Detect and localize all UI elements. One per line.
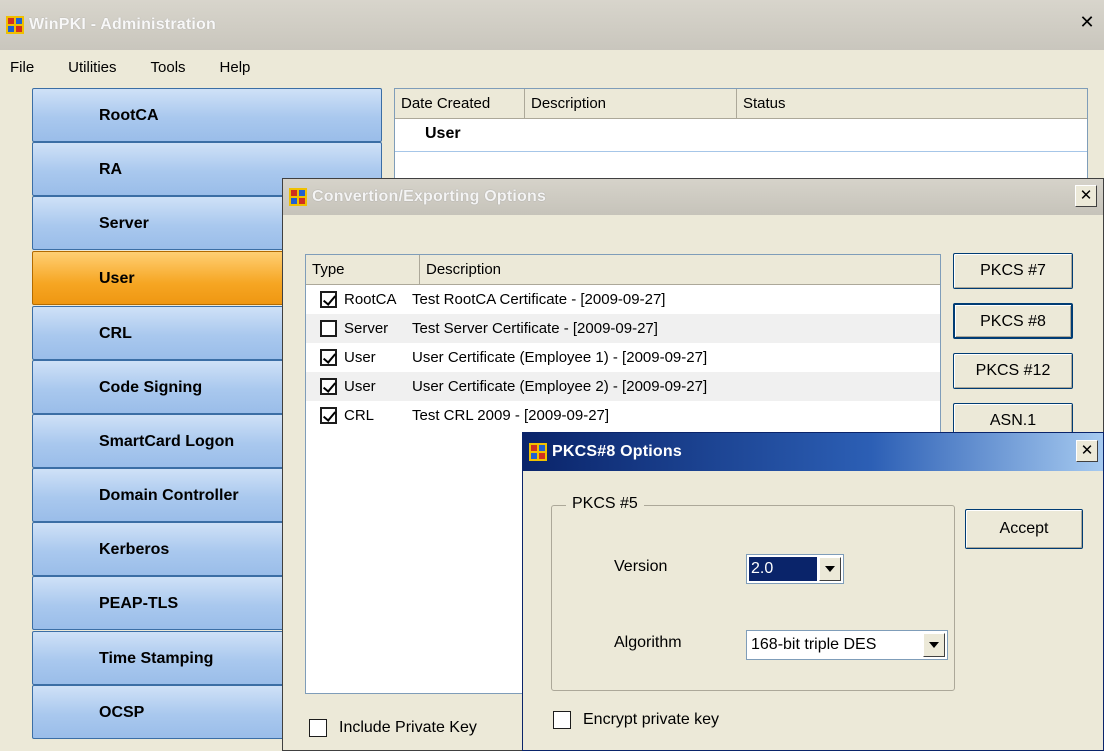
pkcs8-close-icon[interactable]: ✕	[1076, 440, 1098, 462]
pkcs5-group-label: PKCS #5	[566, 495, 644, 513]
row-checkbox[interactable]	[320, 378, 337, 395]
encrypt-private-key-checkbox[interactable]	[553, 711, 571, 729]
algorithm-value: 168-bit triple DES	[751, 636, 877, 653]
row-type: User	[344, 349, 376, 366]
chevron-down-icon[interactable]	[923, 633, 945, 657]
list-group-header: User	[425, 125, 461, 142]
row-description: Test RootCA Certificate - [2009-09-27]	[412, 291, 666, 308]
row-description: Test CRL 2009 - [2009-09-27]	[412, 407, 610, 424]
row-description: Test Server Certificate - [2009-09-27]	[412, 320, 658, 337]
menu-help[interactable]: Help	[220, 59, 251, 76]
main-window-title: WinPKI - Administration	[29, 16, 216, 33]
sidebar-item-rootca[interactable]: RootCA	[32, 88, 382, 142]
accept-button[interactable]: Accept	[965, 509, 1083, 549]
group-divider	[395, 151, 1087, 152]
pkcs12-button[interactable]: PKCS #12	[953, 353, 1073, 389]
column-type[interactable]: Type	[306, 255, 420, 284]
include-private-key-option[interactable]: Include Private Key	[309, 719, 477, 737]
menu-tools[interactable]: Tools	[151, 59, 186, 76]
row-checkbox[interactable]	[320, 407, 337, 424]
certificate-list[interactable]: Date Created Description Status User	[394, 88, 1088, 183]
pkcs8-dialog-title: PKCS#8 Options	[552, 443, 682, 460]
convert-dialog-title: Convertion/Exporting Options	[312, 188, 547, 205]
column-date-created[interactable]: Date Created	[395, 89, 525, 118]
include-private-key-label: Include Private Key	[339, 719, 477, 736]
pkcs8-options-dialog: PKCS#8 Options ✕ PKCS #5 Version 2.0 Alg…	[522, 432, 1104, 751]
pkcs5-group: PKCS #5 Version 2.0 Algorithm 168-bit tr…	[551, 495, 955, 691]
menu-bar: File Utilities Tools Help	[0, 50, 1104, 84]
row-description: User Certificate (Employee 2) - [2009-09…	[412, 378, 708, 395]
dialog-icon	[289, 188, 307, 206]
export-list-header: Type Description	[306, 255, 940, 285]
convert-dialog-titlebar[interactable]: Convertion/Exporting Options ✕	[283, 179, 1103, 215]
list-item[interactable]: CRL Test CRL 2009 - [2009-09-27]	[306, 401, 940, 430]
encrypt-private-key-option[interactable]: Encrypt private key	[553, 711, 719, 729]
pkcs7-button[interactable]: PKCS #7	[953, 253, 1073, 289]
main-close-icon[interactable]: ✕	[1076, 13, 1098, 35]
column-description[interactable]: Description	[420, 255, 940, 284]
include-private-key-checkbox[interactable]	[309, 719, 327, 737]
dialog-icon	[529, 443, 547, 461]
list-item[interactable]: Server Test Server Certificate - [2009-0…	[306, 314, 940, 343]
row-type: Server	[344, 320, 389, 337]
row-checkbox[interactable]	[320, 320, 337, 337]
menu-utilities[interactable]: Utilities	[68, 59, 116, 76]
encrypt-private-key-label: Encrypt private key	[583, 711, 720, 728]
chevron-down-icon[interactable]	[819, 557, 841, 581]
pkcs8-dialog-titlebar[interactable]: PKCS#8 Options ✕	[523, 433, 1103, 471]
row-checkbox[interactable]	[320, 291, 337, 308]
algorithm-label: Algorithm	[614, 634, 682, 651]
list-header: Date Created Description Status	[395, 89, 1087, 119]
list-item[interactable]: RootCA Test RootCA Certificate - [2009-0…	[306, 285, 940, 314]
pkcs8-button[interactable]: PKCS #8	[953, 303, 1073, 339]
column-description[interactable]: Description	[525, 89, 737, 118]
convert-close-icon[interactable]: ✕	[1075, 185, 1097, 207]
row-checkbox[interactable]	[320, 349, 337, 366]
version-select[interactable]: 2.0	[746, 554, 844, 584]
row-type: CRL	[344, 407, 375, 424]
menu-file[interactable]: File	[10, 59, 34, 76]
version-label: Version	[614, 558, 668, 575]
list-item[interactable]: User User Certificate (Employee 1) - [20…	[306, 343, 940, 372]
main-titlebar[interactable]: WinPKI - Administration ✕	[0, 0, 1104, 50]
row-type: User	[344, 378, 376, 395]
row-description: User Certificate (Employee 1) - [2009-09…	[412, 349, 708, 366]
column-status[interactable]: Status	[737, 89, 1087, 118]
version-value: 2.0	[749, 557, 817, 581]
algorithm-select[interactable]: 168-bit triple DES	[746, 630, 948, 660]
list-item[interactable]: User User Certificate (Employee 2) - [20…	[306, 372, 940, 401]
app-icon	[6, 16, 24, 34]
row-type: RootCA	[344, 291, 397, 308]
